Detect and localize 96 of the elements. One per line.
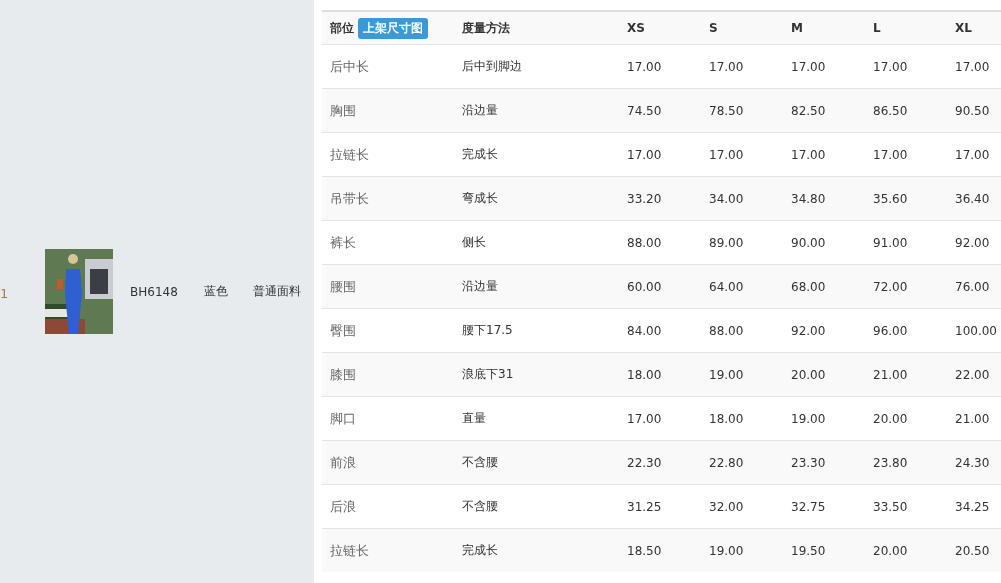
size-value: 18.00 [709, 411, 744, 426]
column-header: M [791, 21, 803, 35]
size-value: 21.00 [873, 367, 908, 382]
measure-method: 侧长 [462, 234, 486, 251]
size-value: 17.00 [791, 147, 826, 162]
measure-method: 后中到脚边 [462, 58, 522, 75]
size-value: 17.00 [873, 59, 908, 74]
size-value: 68.00 [791, 279, 826, 294]
part-name: 拉链长 [330, 145, 369, 164]
size-value: 21.00 [955, 411, 990, 426]
part-name: 臀围 [330, 321, 356, 340]
row-index: 1 [0, 285, 10, 301]
part-name: 胸围 [330, 101, 356, 120]
size-value: 17.00 [955, 147, 990, 162]
size-value: 82.50 [791, 103, 826, 118]
size-value: 35.60 [873, 191, 908, 206]
size-value: 89.00 [709, 235, 744, 250]
column-header: S [709, 21, 718, 35]
column-header: 度量方法 [462, 19, 510, 37]
size-value: 76.00 [955, 279, 990, 294]
size-value: 34.80 [791, 191, 826, 206]
size-value: 17.00 [627, 411, 662, 426]
size-value: 19.50 [791, 543, 826, 558]
size-value: 19.00 [709, 543, 744, 558]
size-value: 20.50 [955, 543, 990, 558]
size-value: 91.00 [873, 235, 908, 250]
column-header: L [873, 21, 881, 35]
part-name: 裤长 [330, 233, 356, 252]
size-value: 88.00 [709, 323, 744, 338]
measure-method: 直量 [462, 410, 486, 427]
column-header: XL [955, 21, 972, 35]
measure-method: 完成长 [462, 146, 498, 163]
size-value: 23.30 [791, 455, 826, 470]
size-value: 20.00 [791, 367, 826, 382]
size-value: 34.25 [955, 499, 990, 514]
size-value: 33.20 [627, 191, 662, 206]
size-value: 74.50 [627, 103, 662, 118]
size-value: 33.50 [873, 499, 908, 514]
size-value: 36.40 [955, 191, 990, 206]
size-value: 18.00 [627, 367, 662, 382]
part-name: 后浪 [330, 497, 356, 516]
measure-method: 浪底下31 [462, 366, 514, 383]
size-value: 92.00 [791, 323, 826, 338]
size-value: 100.00 [955, 323, 997, 338]
size-value: 60.00 [627, 279, 662, 294]
size-value: 84.00 [627, 323, 662, 338]
size-value: 90.50 [955, 103, 990, 118]
column-header: 部位 [330, 19, 354, 37]
part-name: 后中长 [330, 57, 369, 76]
size-value: 20.00 [873, 411, 908, 426]
part-name: 吊带长 [330, 189, 369, 208]
size-value: 17.00 [627, 147, 662, 162]
size-value: 22.30 [627, 455, 662, 470]
measure-method: 腰下17.5 [462, 322, 513, 339]
size-value: 17.00 [873, 147, 908, 162]
size-value: 22.80 [709, 455, 744, 470]
size-value: 17.00 [791, 59, 826, 74]
size-value: 22.00 [955, 367, 990, 382]
size-chart-badge[interactable]: 上架尺寸图 [358, 17, 428, 39]
style-code: BH6148 [130, 284, 178, 299]
part-name: 拉链长 [330, 541, 369, 560]
size-value: 90.00 [791, 235, 826, 250]
measure-method: 沿边量 [462, 102, 498, 119]
size-value: 17.00 [709, 147, 744, 162]
size-value: 31.25 [627, 499, 662, 514]
size-value: 19.00 [791, 411, 826, 426]
size-value: 64.00 [709, 279, 744, 294]
size-value: 32.75 [791, 499, 826, 514]
size-value: 23.80 [873, 455, 908, 470]
part-name: 腰围 [330, 277, 356, 296]
fabric-name: 普通面料 [252, 283, 301, 300]
size-value: 78.50 [709, 103, 744, 118]
measure-method: 完成长 [462, 542, 498, 559]
size-value: 72.00 [873, 279, 908, 294]
size-value: 88.00 [627, 235, 662, 250]
size-value: 92.00 [955, 235, 990, 250]
size-value: 34.00 [709, 191, 744, 206]
column-header: XS [627, 21, 645, 35]
size-value: 96.00 [873, 323, 908, 338]
part-name: 脚口 [330, 409, 356, 428]
measure-method: 弯成长 [462, 190, 498, 207]
size-value: 86.50 [873, 103, 908, 118]
size-value: 20.00 [873, 543, 908, 558]
size-value: 17.00 [955, 59, 990, 74]
size-value: 32.00 [709, 499, 744, 514]
measure-method: 不含腰 [462, 498, 498, 515]
size-value: 24.30 [955, 455, 990, 470]
size-value: 17.00 [709, 59, 744, 74]
part-name: 膝围 [330, 365, 356, 384]
part-name: 前浪 [330, 453, 356, 472]
size-value: 17.00 [627, 59, 662, 74]
color-name: 蓝色 [203, 283, 228, 300]
size-value: 19.00 [709, 367, 744, 382]
measure-method: 不含腰 [462, 454, 498, 471]
size-value: 18.50 [627, 543, 662, 558]
measure-method: 沿边量 [462, 278, 498, 295]
